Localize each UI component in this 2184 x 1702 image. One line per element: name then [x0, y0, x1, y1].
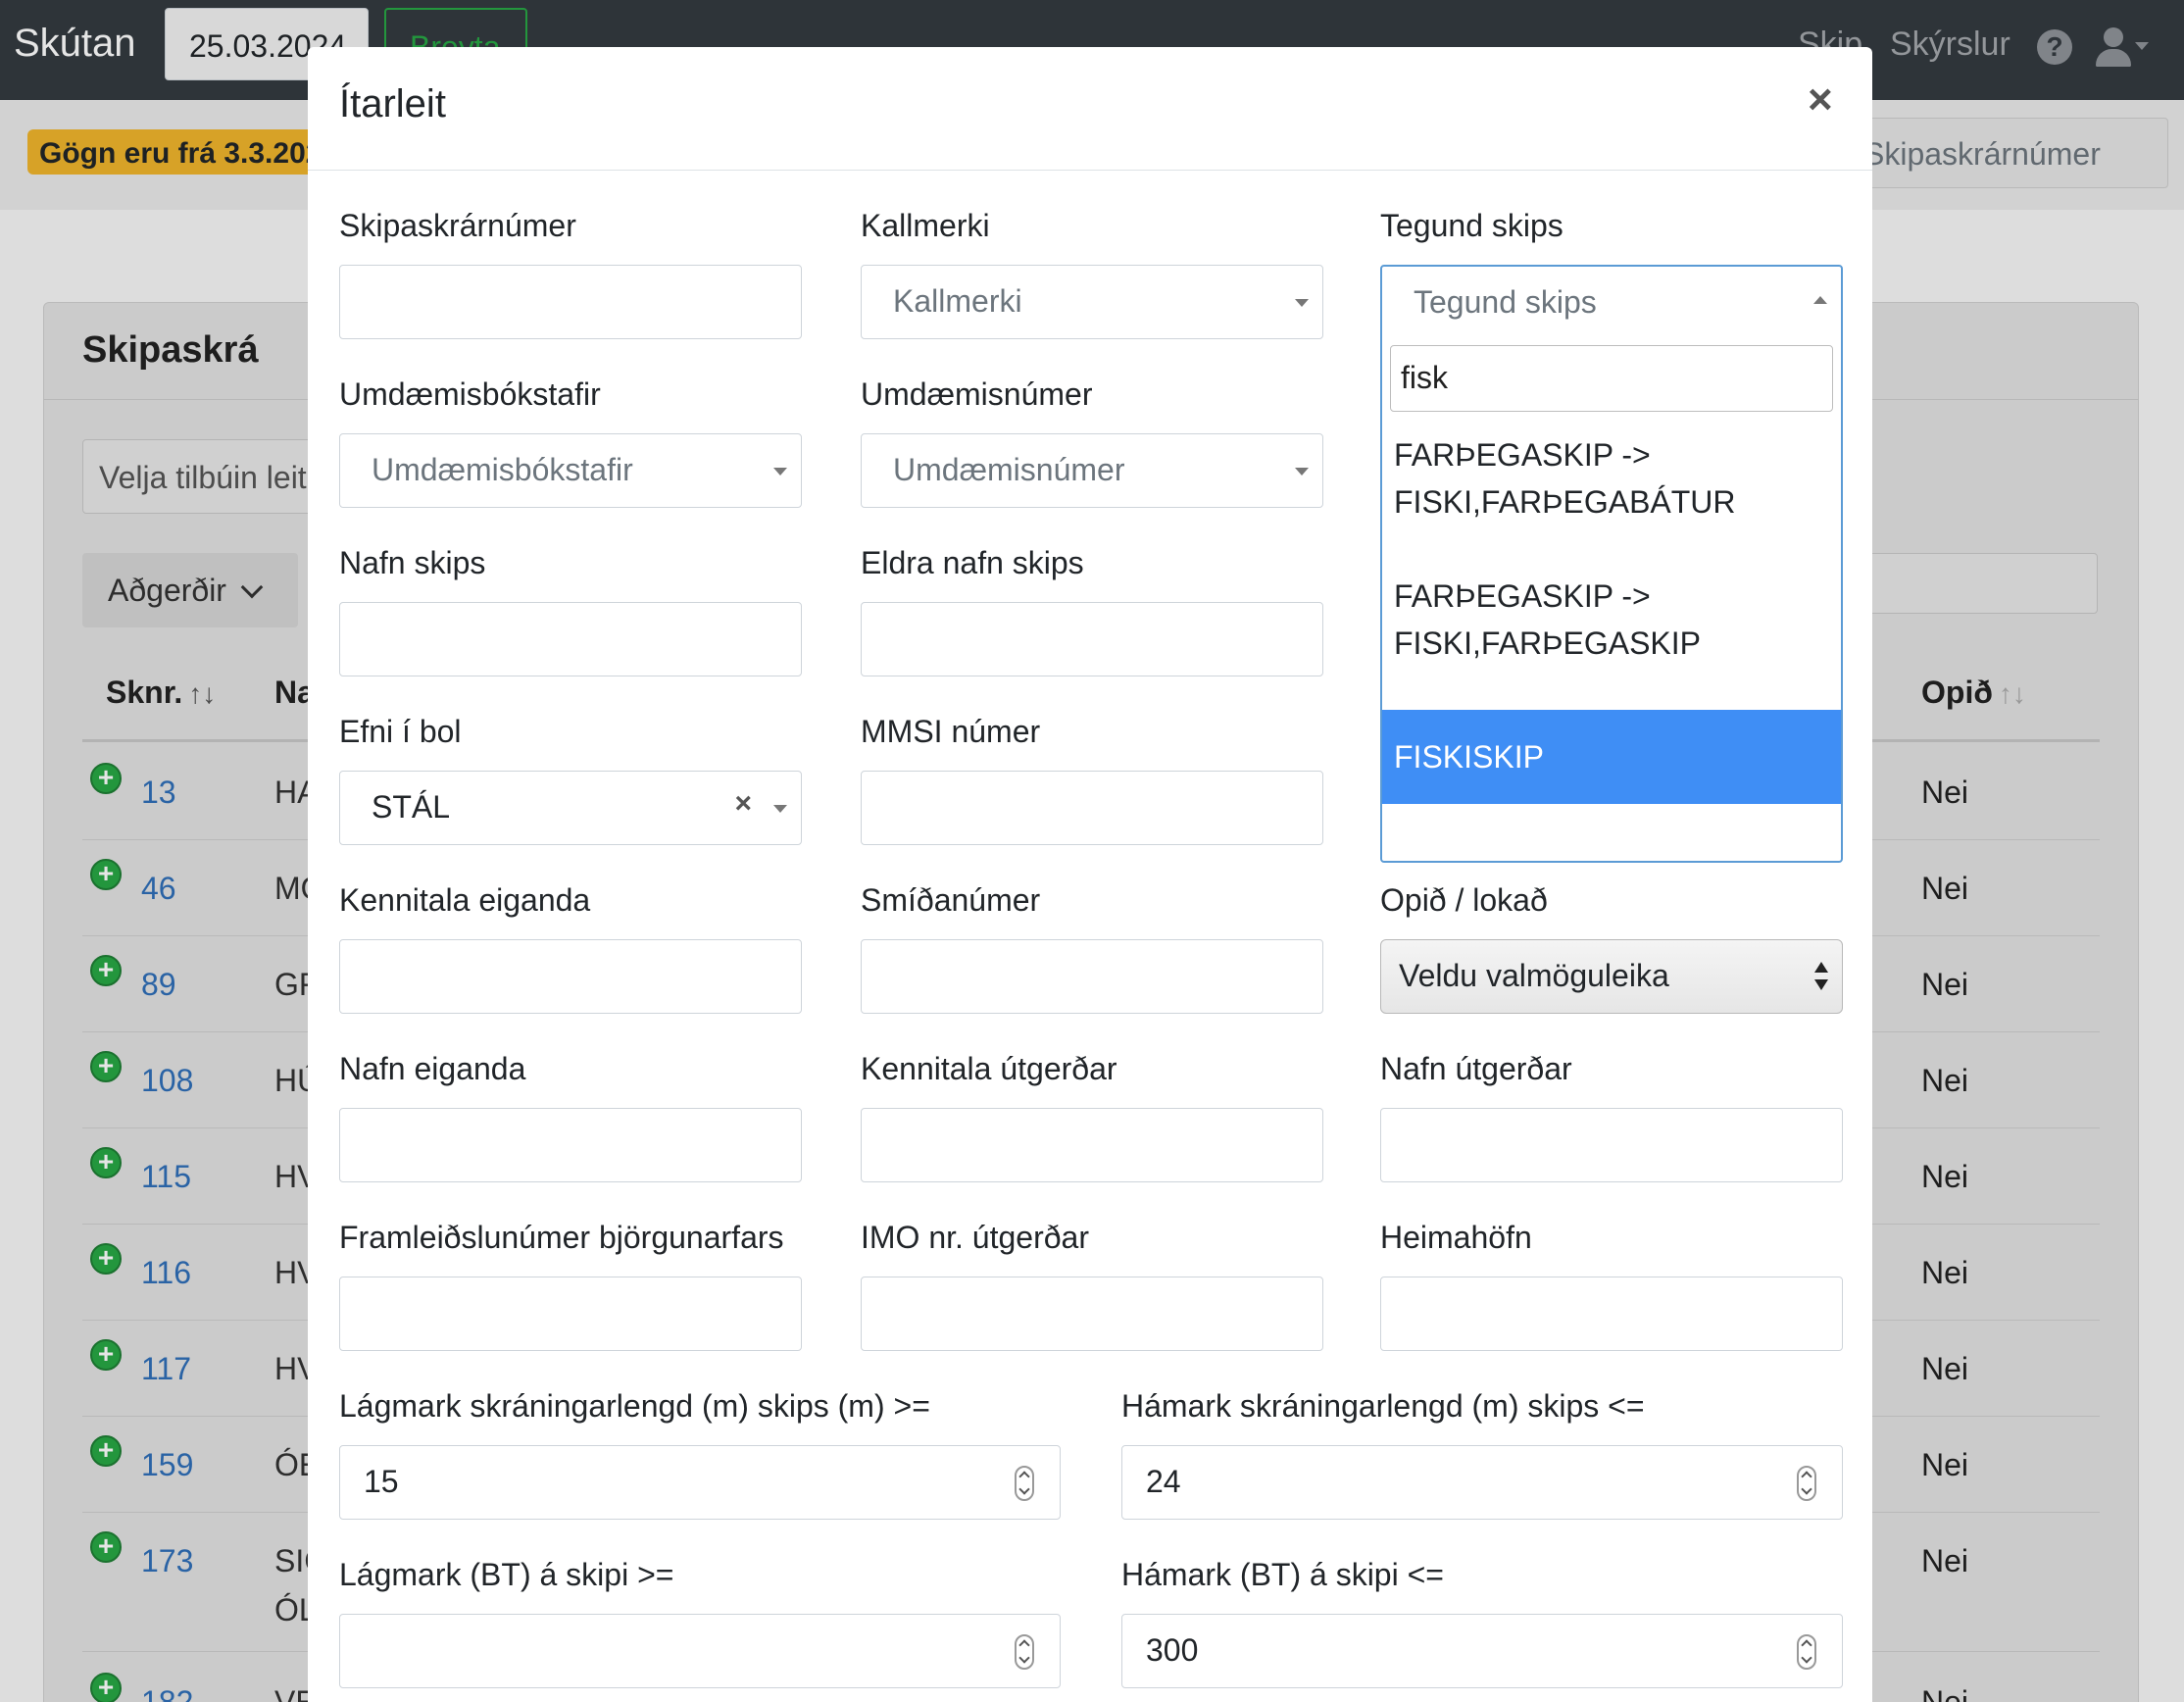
nafn-utgerdar-input[interactable] [1380, 1108, 1843, 1182]
label-framleidslunumer: Framleiðslunúmer björgunarfars [339, 1220, 784, 1255]
tegund-skips-dropdown[interactable]: Tegund skips fisk FARÞEGASKIP -> FISKI,F… [1380, 265, 1843, 863]
skipaskrarnumer-input[interactable] [339, 265, 802, 339]
label-umdaemisbokstafir: Umdæmisbókstafir [339, 376, 601, 412]
kallmerki-select[interactable]: Kallmerki [861, 265, 1323, 339]
close-icon[interactable]: × [1808, 78, 1833, 122]
heimahofn-input[interactable] [1380, 1276, 1843, 1351]
framleidslunumer-input[interactable] [339, 1276, 802, 1351]
umdaemisnumer-placeholder: Umdæmisnúmer [893, 452, 1125, 487]
label-nafn-skips: Nafn skips [339, 545, 486, 580]
dropdown-search-input[interactable]: fisk [1390, 345, 1833, 412]
label-kennitala-utgerdar: Kennitala útgerðar [861, 1051, 1117, 1086]
label-heimahofn: Heimahöfn [1380, 1220, 1532, 1255]
chevron-down-icon [773, 468, 787, 476]
label-tegund-skips: Tegund skips [1380, 208, 1564, 243]
hamark-bt-input[interactable]: 300 [1121, 1614, 1843, 1688]
select-arrows-icon [1814, 962, 1828, 993]
tegund-skips-select[interactable]: Tegund skips [1382, 267, 1841, 339]
label-efni-i-bol: Efni í bol [339, 714, 462, 749]
option-line: FARÞEGASKIP -> [1394, 578, 1651, 614]
kennitala-eiganda-input[interactable] [339, 939, 802, 1014]
efni-i-bol-value: STÁL [372, 789, 451, 825]
number-spinner-icon[interactable] [1797, 1466, 1816, 1501]
smidanumer-input[interactable] [861, 939, 1323, 1014]
eldra-nafn-skips-input[interactable] [861, 602, 1323, 676]
label-hamark-bt: Hámark (BT) á skipi <= [1121, 1557, 1444, 1592]
label-lagmark-bt: Lágmark (BT) á skipi >= [339, 1557, 674, 1592]
label-skipaskrarnumer: Skipaskrárnúmer [339, 208, 576, 243]
hamark-lengd-input[interactable]: 24 [1121, 1445, 1843, 1520]
imo-input[interactable] [861, 1276, 1323, 1351]
kennitala-utgerdar-input[interactable] [861, 1108, 1323, 1182]
number-spinner-icon[interactable] [1797, 1634, 1816, 1670]
tegund-skips-placeholder: Tegund skips [1414, 284, 1597, 320]
nafn-eiganda-input[interactable] [339, 1108, 802, 1182]
label-nafn-utgerdar: Nafn útgerðar [1380, 1051, 1572, 1086]
umdaemisbokstafir-select[interactable]: Umdæmisbókstafir [339, 433, 802, 508]
option-line: FISKI,FARÞEGABÁTUR [1394, 484, 1736, 520]
dropdown-option-selected[interactable]: FISKISKIP [1382, 710, 1841, 804]
label-umdaemisnumer: Umdæmisnúmer [861, 376, 1093, 412]
opid-lokad-select[interactable]: Veldu valmöguleika [1380, 939, 1843, 1014]
lagmark-lengd-value: 15 [364, 1464, 399, 1499]
dropdown-option[interactable]: FARÞEGASKIP -> FISKI,FARÞEGABÁTUR [1382, 431, 1841, 526]
label-opid-lokad: Opið / lokað [1380, 882, 1548, 918]
chevron-down-icon [1295, 468, 1309, 476]
nafn-skips-input[interactable] [339, 602, 802, 676]
modal-header: Ítarleit × [308, 47, 1872, 171]
option-line: FISKI,FARÞEGASKIP [1394, 626, 1701, 661]
label-lagmark-lengd: Lágmark skráningarlengd (m) skips (m) >= [339, 1388, 930, 1424]
lagmark-bt-input[interactable] [339, 1614, 1061, 1688]
number-spinner-icon[interactable] [1015, 1466, 1034, 1501]
chevron-down-icon [1295, 299, 1309, 307]
label-hamark-lengd: Hámark skráningarlengd (m) skips <= [1121, 1388, 1645, 1424]
efni-i-bol-select[interactable]: STÁL × [339, 771, 802, 845]
umdaemisbokstafir-placeholder: Umdæmisbókstafir [372, 452, 633, 487]
kallmerki-placeholder: Kallmerki [893, 283, 1022, 319]
mmsi-input[interactable] [861, 771, 1323, 845]
number-spinner-icon[interactable] [1015, 1634, 1034, 1670]
chevron-up-icon [1813, 296, 1827, 304]
umdaemisnumer-select[interactable]: Umdæmisnúmer [861, 433, 1323, 508]
label-smidanumer: Smíðanúmer [861, 882, 1041, 918]
label-eldra-nafn-skips: Eldra nafn skips [861, 545, 1084, 580]
advanced-search-modal: Ítarleit × Skipaskrárnúmer Kallmerki Kal… [308, 47, 1872, 1702]
lagmark-lengd-input[interactable]: 15 [339, 1445, 1061, 1520]
clear-icon[interactable]: × [734, 787, 752, 821]
hamark-bt-value: 300 [1146, 1632, 1199, 1668]
hamark-lengd-value: 24 [1146, 1464, 1181, 1499]
option-line: FARÞEGASKIP -> [1394, 437, 1651, 473]
label-nafn-eiganda: Nafn eiganda [339, 1051, 526, 1086]
opid-lokad-value: Veldu valmöguleika [1399, 958, 1669, 993]
modal-title: Ítarleit [339, 82, 446, 125]
option-line: FISKISKIP [1394, 739, 1544, 775]
chevron-down-icon [773, 805, 787, 813]
label-kennitala-eiganda: Kennitala eiganda [339, 882, 591, 918]
label-mmsi-numer: MMSI númer [861, 714, 1041, 749]
label-imo: IMO nr. útgerðar [861, 1220, 1089, 1255]
dropdown-option[interactable]: FARÞEGASKIP -> FISKI,FARÞEGASKIP [1382, 573, 1841, 667]
label-kallmerki: Kallmerki [861, 208, 990, 243]
